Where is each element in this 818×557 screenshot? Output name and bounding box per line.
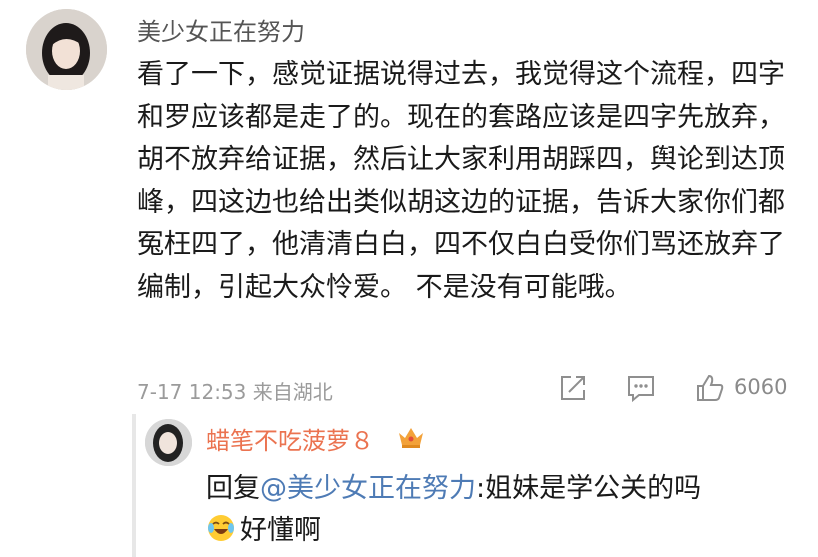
reply-divider (132, 414, 136, 557)
reply-text-line: 回复@美少女正在努力:姐妹是学公关的吗 (206, 466, 701, 505)
reply-username[interactable]: 蜡笔不吃菠萝８ (206, 421, 374, 456)
crown-badge-icon (399, 428, 423, 448)
user-avatar[interactable] (26, 9, 107, 90)
comment-meta: 7-17 12:53 来自湖北 (137, 376, 333, 405)
like-count: 6060 (734, 375, 788, 399)
share-icon[interactable] (557, 372, 589, 404)
reply-prefix: 回复 (206, 473, 260, 504)
avatar-photo (26, 9, 107, 90)
comment-icon[interactable] (625, 372, 657, 404)
comment-timestamp: 7-17 12:53 (137, 380, 247, 404)
reply-text-line-2: 好懂啊 (206, 508, 321, 547)
like-icon[interactable] (694, 372, 726, 404)
comment-username[interactable]: 美少女正在努力 (137, 12, 305, 47)
reply-body: :姐妹是学公关的吗 (476, 473, 702, 504)
reply-avatar-photo (145, 419, 192, 466)
comment-text: 看了一下，感觉证据说得过去，我觉得这个流程，四字和罗应该都是走了的。现在的套路应… (137, 59, 785, 303)
laugh-cry-emoji-icon (208, 514, 234, 541)
comment-location: 来自湖北 (252, 380, 333, 404)
reply-body-2: 好懂啊 (240, 515, 321, 546)
reply-mention[interactable]: @美少女正在努力 (260, 473, 476, 504)
reply-avatar[interactable] (145, 419, 192, 466)
